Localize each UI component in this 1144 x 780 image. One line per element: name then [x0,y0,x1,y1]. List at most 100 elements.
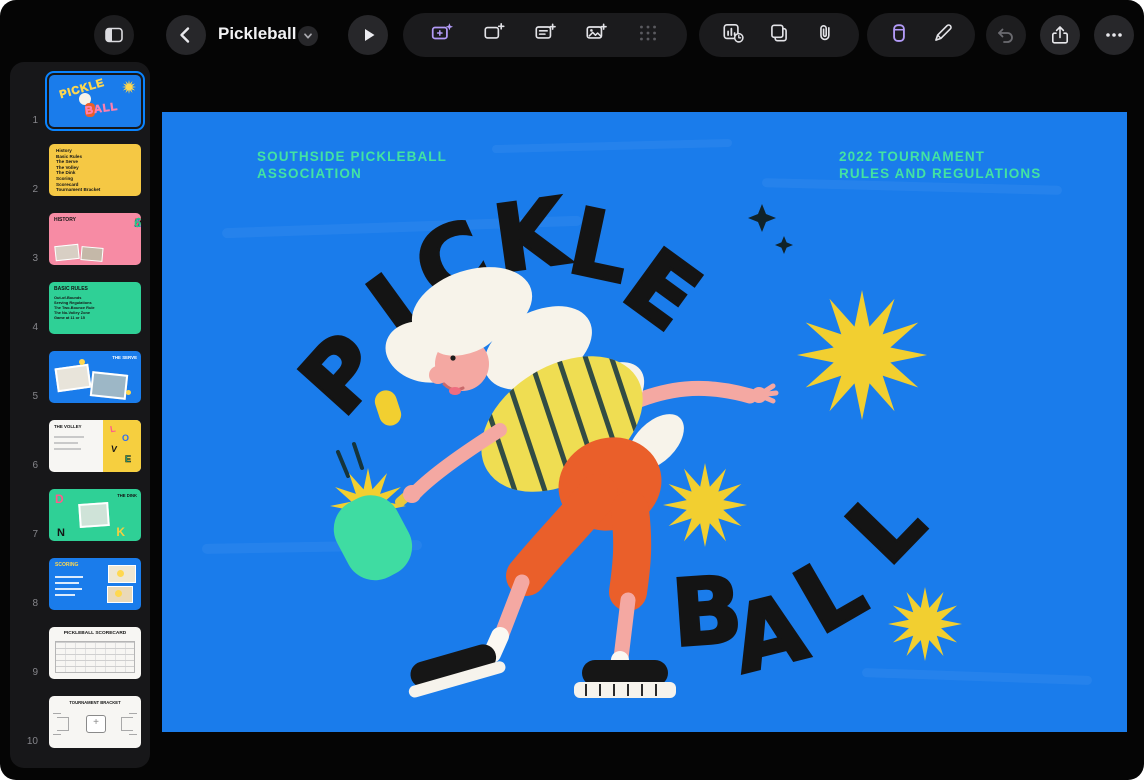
tools-toolbar-group [699,13,859,57]
thumb-photo [78,502,110,528]
slide-thumbnail-9[interactable]: PICKLEBALL SCORECARD [45,623,145,683]
app-window: Pickleball [0,0,1144,780]
thumb-photo [90,371,128,400]
slide-number: 2 [10,183,45,197]
sidebar-toggle-icon [103,24,125,46]
link-button[interactable] [813,21,837,50]
share-button[interactable] [1040,15,1080,55]
slide-row-5: 5 THE SERVE [10,346,150,407]
association-header[interactable]: SOUTHSIDE PICKLEBALL ASSOCIATION [257,148,447,182]
slide-thumbnail-6[interactable]: THE VOLLEY L O V E [45,416,145,476]
slide-number: 5 [10,390,45,404]
copy-style-button[interactable] [767,21,791,50]
more-icon [1103,24,1125,46]
undo-button[interactable] [986,15,1026,55]
slide-number: 8 [10,597,45,611]
slide-row-10: 10 TOURNAMENT BRACKET + [10,691,150,752]
thumb-title: SCORING [55,562,78,568]
pen-icon [931,21,955,45]
pickle-letter[interactable]: K [487,178,572,294]
copy-style-icon [767,21,791,45]
text-line [55,594,75,596]
slide-row-1: 1 PICKLE BALL [10,70,150,131]
insert-toolbar-group [403,13,687,57]
slide-thumbnail-1[interactable]: PICKLE BALL [45,71,145,131]
slide-row-4: 4 BASIC RULES Out-of-Bounds Serving Regu… [10,277,150,338]
slide-row-2: 2 History Basic Rules The Serve The Voll… [10,139,150,200]
thumb-photo [107,586,133,603]
text-line [55,576,83,578]
slide-thumbnail-4[interactable]: BASIC RULES Out-of-Bounds Serving Regula… [45,278,145,338]
tournament-header[interactable]: 2022 TOURNAMENT RULES AND REGULATIONS [839,148,1041,182]
thumb-photo [80,246,103,262]
draw-button[interactable] [931,21,955,50]
slide-thumbnail-3[interactable]: HISTORY 1976 [45,209,145,269]
love-letter: E [125,454,131,464]
slide-thumbnail-2[interactable]: History Basic Rules The Serve The Volley… [45,140,145,200]
rules-list: Out-of-Bounds Serving Regulations The Tw… [54,295,95,320]
thumb-panel [103,420,141,472]
title-menu-button[interactable] [298,26,318,46]
thumb-title: PICKLEBALL SCORECARD [49,631,141,636]
thumb-title: TOURNAMENT BRACKET [49,700,141,705]
bracket-line [57,717,69,731]
slide-number: 4 [10,321,45,335]
more-button[interactable] [1094,15,1134,55]
dink-letter: D [55,492,64,506]
slide-row-3: 3 HISTORY 1976 [10,208,150,269]
undo-icon [995,24,1017,46]
slide-number: 6 [10,459,45,473]
insert-media-button[interactable] [584,21,608,50]
back-icon [175,24,197,46]
thumb-photo [54,244,79,261]
new-slide-button[interactable] [430,21,454,50]
chevron-down-icon [302,30,314,42]
text-line [54,442,78,444]
slide-number: 1 [10,114,45,128]
style-toolbar-group [867,13,975,57]
text-line [55,588,82,590]
slide-number: 10 [10,735,45,749]
paperclip-icon [813,21,837,45]
text-line [54,436,84,438]
thumb-title: THE VOLLEY [54,424,82,429]
slide-number: 7 [10,528,45,542]
bracket-line [129,713,137,714]
animate-button[interactable] [482,21,506,50]
slide-number: 9 [10,666,45,680]
shape-style-button[interactable] [887,21,911,50]
insert-media-icon [584,21,608,45]
back-button[interactable] [166,15,206,55]
dink-letter: N [57,527,65,539]
slide-thumbnail-7[interactable]: THE DINK D N K [45,485,145,545]
slide-thumbnail-5[interactable]: THE SERVE [45,347,145,407]
slide-thumbnail-10[interactable]: TOURNAMENT BRACKET + [45,692,145,752]
slide-navigator: 1 PICKLE BALL 2 History Basic Rules The … [10,62,150,768]
slide-number: 3 [10,252,45,266]
new-slide-icon [430,21,454,45]
chart-button[interactable] [721,21,745,50]
star-icon [122,80,136,94]
play-button[interactable] [348,15,388,55]
animate-icon [482,21,506,45]
sidebar-toggle-button[interactable] [94,15,134,55]
slide-row-8: 8 SCORING [10,553,150,614]
love-letter: O [122,433,129,443]
document-title[interactable]: Pickleball [218,24,296,44]
slide-row-7: 7 THE DINK D N K [10,484,150,545]
grid-button[interactable] [636,21,660,50]
ball-dot [79,359,85,365]
slide-row-9: 9 PICKLEBALL SCORECARD [10,622,150,683]
thumb-title: HISTORY [54,217,76,223]
thumb-title: THE SERVE [112,355,137,360]
slide-canvas[interactable]: SOUTHSIDE PICKLEBALL ASSOCIATION 2022 TO… [162,112,1127,732]
love-letter: L [109,424,116,435]
thumb-title: BASIC RULES [54,286,88,292]
bracket-line [53,734,61,735]
play-icon [357,24,379,46]
grid-icon [636,21,660,45]
insert-text-button[interactable] [533,21,557,50]
slide-thumbnail-8[interactable]: SCORING [45,554,145,614]
slide-row-6: 6 THE VOLLEY L O V E [10,415,150,476]
bracket-line [53,713,61,714]
